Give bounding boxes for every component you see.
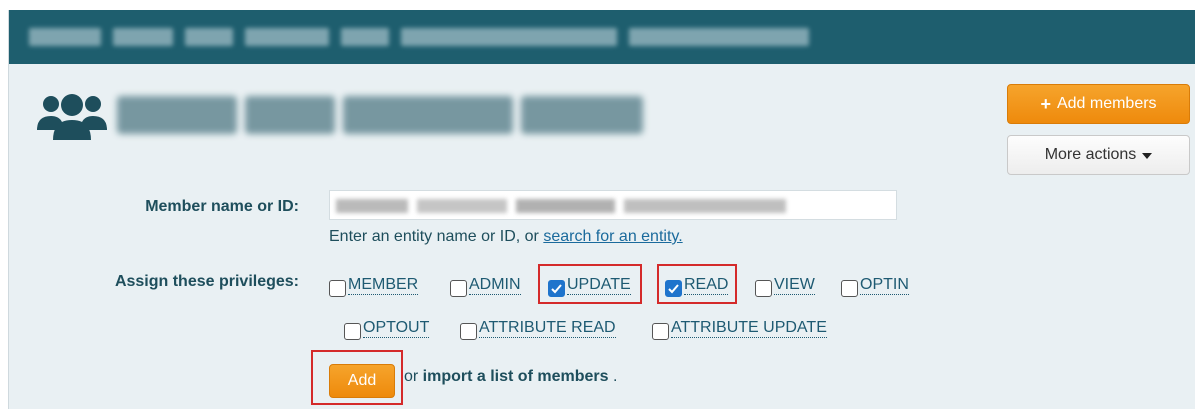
add-members-button[interactable]: + Add members: [1007, 84, 1190, 124]
import-line: or import a list of members .: [404, 368, 617, 386]
privilege-optout[interactable]: OPTOUT: [344, 317, 430, 340]
privilege-member[interactable]: MEMBER: [329, 274, 419, 297]
highlight-update: [538, 264, 642, 304]
import-members-link[interactable]: import a list of members: [423, 368, 609, 385]
privilege-label: OPTOUT: [363, 319, 430, 338]
member-name-label: Member name or ID:: [145, 198, 299, 215]
checkbox-admin[interactable]: [450, 280, 467, 297]
caret-down-icon: [1142, 153, 1153, 159]
hint-text: Enter an entity name or ID, or: [329, 228, 544, 245]
checkbox-attribute-read[interactable]: [460, 323, 477, 340]
highlight-read: [657, 264, 737, 304]
main-panel: + Add members More actions Member name o…: [8, 10, 1195, 409]
checkbox-optin[interactable]: [841, 280, 858, 297]
header-bar: [9, 10, 1195, 64]
checkbox-attribute-update[interactable]: [652, 323, 669, 340]
privilege-label: ATTRIBUTE UPDATE: [671, 319, 827, 338]
blurred-input-value: [336, 199, 786, 213]
privilege-label: VIEW: [774, 276, 815, 295]
group-title: [117, 90, 647, 140]
privilege-label: OPTIN: [860, 276, 909, 295]
privilege-label: ATTRIBUTE READ: [479, 319, 616, 338]
privilege-view[interactable]: VIEW: [755, 274, 815, 297]
privilege-label: ADMIN: [469, 276, 521, 295]
checkbox-view[interactable]: [755, 280, 772, 297]
member-hint: Enter an entity name or ID, or search fo…: [329, 228, 683, 246]
checkbox-optout[interactable]: [344, 323, 361, 340]
member-name-input[interactable]: [329, 190, 897, 220]
more-actions-button[interactable]: More actions: [1007, 135, 1190, 175]
privilege-attribute-update[interactable]: ATTRIBUTE UPDATE: [652, 317, 827, 340]
search-entity-link[interactable]: search for an entity.: [543, 228, 682, 245]
or-text: or: [404, 368, 423, 385]
checkbox-member[interactable]: [329, 280, 346, 297]
privilege-attribute-read[interactable]: ATTRIBUTE READ: [460, 317, 616, 340]
privileges-label: Assign these privileges:: [114, 273, 299, 290]
privilege-admin[interactable]: ADMIN: [450, 274, 521, 297]
group-icon: [37, 94, 107, 140]
add-button[interactable]: Add: [329, 364, 395, 398]
privilege-label: MEMBER: [348, 276, 419, 295]
privilege-optin[interactable]: OPTIN: [841, 274, 909, 297]
plus-icon: +: [1040, 94, 1051, 114]
more-actions-label: More actions: [1044, 146, 1137, 163]
add-members-label: Add members: [1056, 95, 1157, 112]
period-text: .: [612, 368, 618, 385]
breadcrumb: [29, 28, 809, 46]
